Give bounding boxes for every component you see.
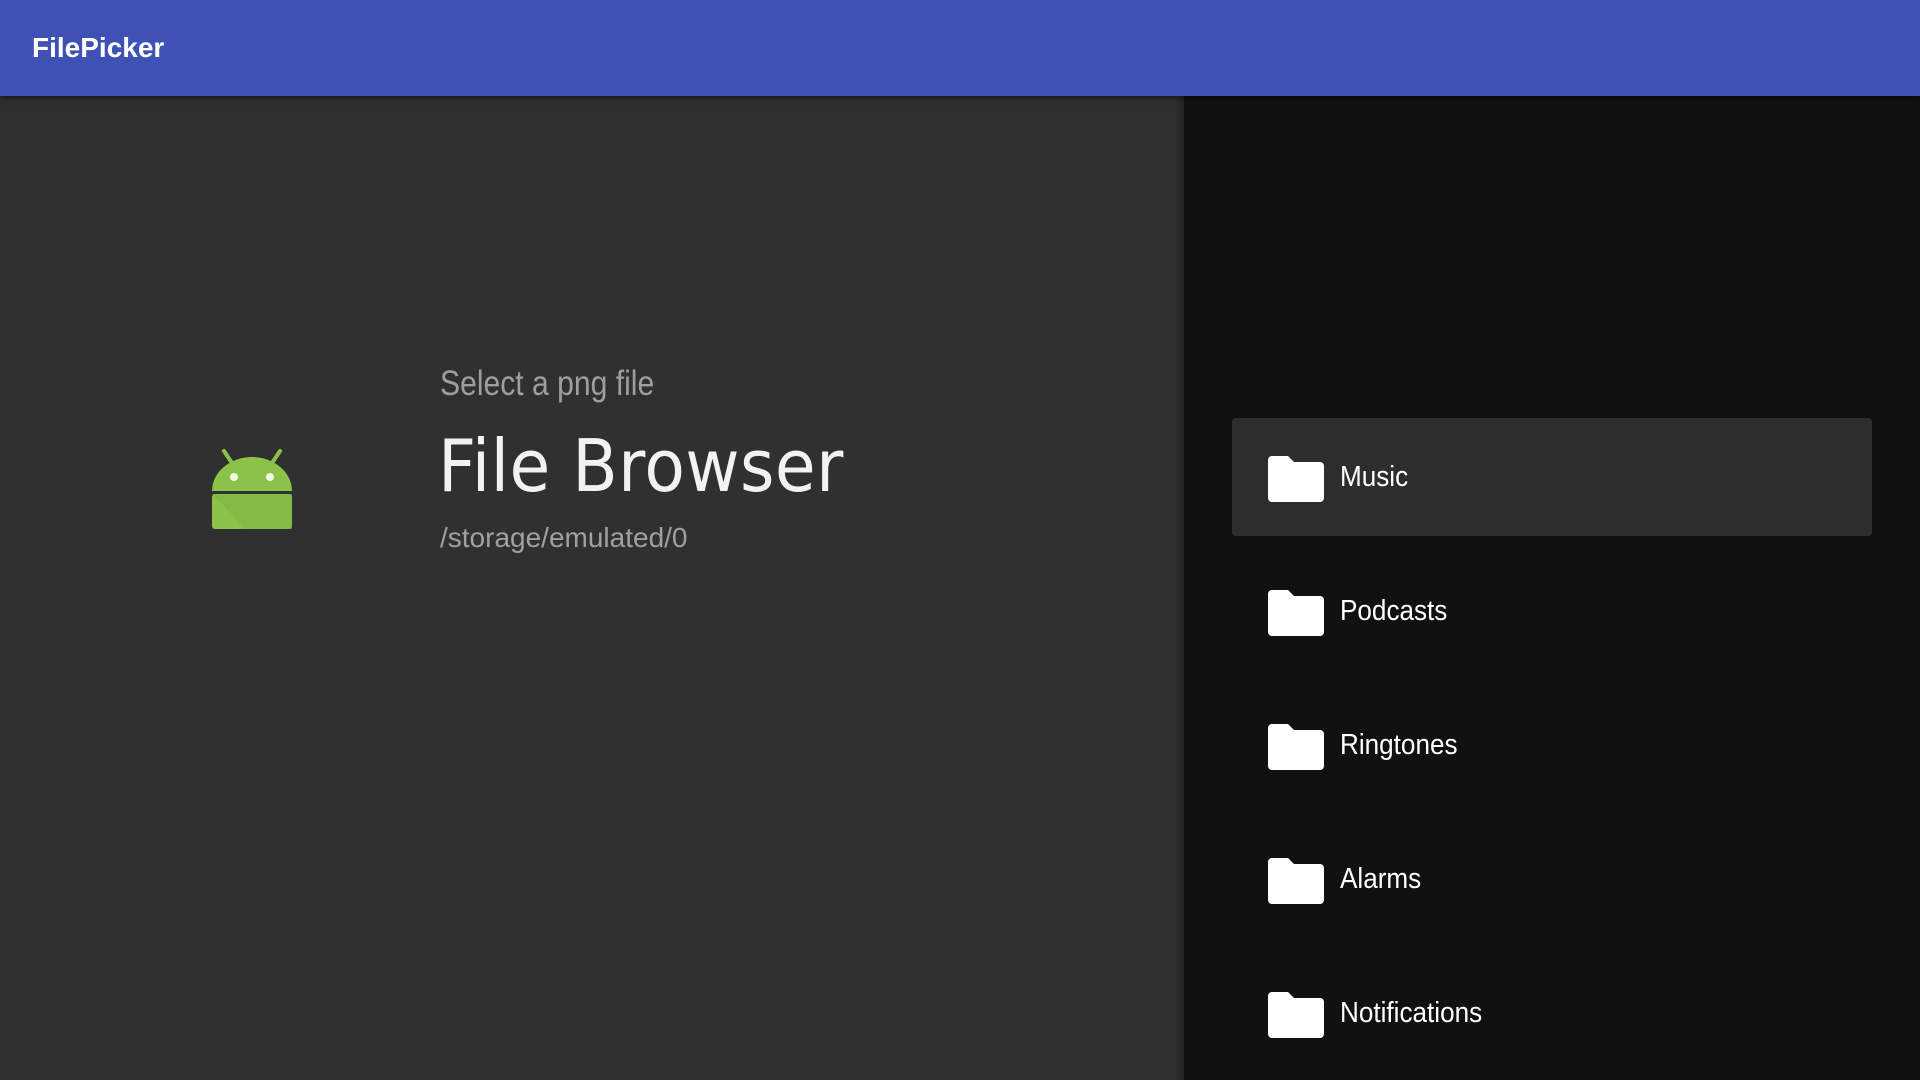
app-title: FilePicker [32,32,165,63]
folder-item-label: Notifications [1340,997,1483,1029]
folder-icon [1268,992,1324,1038]
folder-item-ringtones[interactable]: Ringtones [1232,686,1872,804]
current-path: /storage/emulated/0 [440,522,688,553]
folder-icon [1268,724,1324,770]
header-subtitle: Select a png file [440,364,655,403]
folder-list-pane: Music Podcasts Ringtones Alarms Notifica [1174,96,1920,1080]
folder-icon [1268,456,1324,502]
folder-item-notifications[interactable]: Notifications [1232,954,1872,1072]
folder-item-alarms[interactable]: Alarms [1232,820,1872,938]
app-bar: FilePicker [0,0,1920,96]
android-icon [212,449,292,529]
folder-item-label: Podcasts [1340,595,1448,627]
header-title: File Browser [438,424,844,508]
folder-item-music[interactable]: Music [1232,418,1872,536]
folder-item-label: Music [1340,461,1409,493]
folder-item-label: Ringtones [1340,729,1458,761]
header-pane [0,96,1184,1080]
folder-icon [1268,590,1324,636]
folder-item-label: Alarms [1340,863,1422,895]
folder-icon [1268,858,1324,904]
folder-item-podcasts[interactable]: Podcasts [1232,552,1872,670]
